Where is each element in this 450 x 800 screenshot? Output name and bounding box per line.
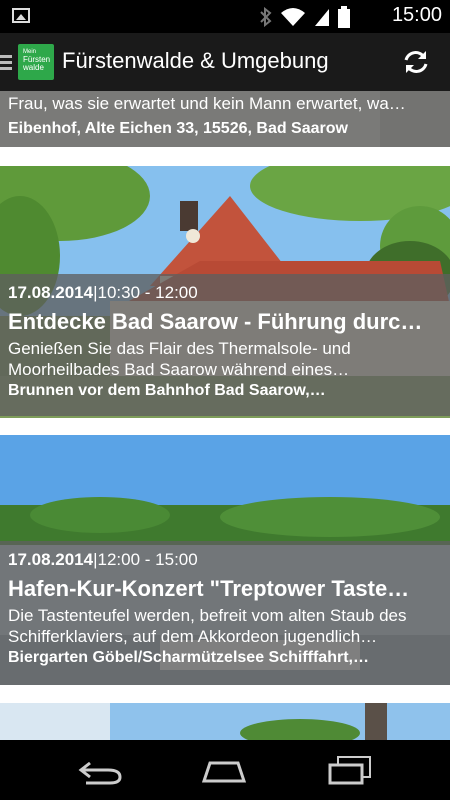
app-logo[interactable]: Mein Fürsten walde bbox=[18, 44, 54, 80]
action-bar: Mein Fürsten walde Fürstenwalde & Umgebu… bbox=[0, 33, 450, 91]
event-list: Frau, was sie erwartet und kein Mann erw… bbox=[0, 91, 450, 740]
refresh-icon[interactable] bbox=[402, 48, 430, 76]
event-card[interactable]: 17.08.2014|10:30 - 12:00 Entdecke Bad Sa… bbox=[0, 166, 450, 418]
event-description: Genießen Sie das Flair des Thermalsole- … bbox=[8, 339, 351, 358]
back-icon[interactable] bbox=[76, 755, 124, 785]
event-date-time: 17.08.2014|12:00 - 15:00 bbox=[8, 549, 442, 571]
wifi-icon bbox=[281, 8, 305, 26]
event-card[interactable]: Frau, was sie erwartet und kein Mann erw… bbox=[0, 91, 450, 147]
event-date: 17.08.2014 bbox=[8, 550, 94, 569]
event-time: 10:30 - 12:00 bbox=[97, 283, 198, 302]
signal-icon bbox=[315, 9, 329, 26]
status-bar: 15:00 bbox=[0, 0, 450, 33]
app-title: Fürstenwalde & Umgebung bbox=[62, 48, 329, 73]
event-description-cont: Schifferklaviers, auf dem Akkordeon juge… bbox=[8, 627, 378, 646]
event-card[interactable] bbox=[0, 703, 450, 740]
event-location: Eibenhof, Alte Eichen 33, 15526, Bad Saa… bbox=[8, 120, 348, 137]
event-description-cont: Moorheilbades Bad Saarow während eines… bbox=[8, 360, 350, 379]
status-icons bbox=[260, 6, 350, 28]
drawer-menu-icon[interactable] bbox=[0, 55, 12, 71]
event-date-time: 17.08.2014|10:30 - 12:00 bbox=[8, 282, 442, 304]
event-title: Hafen-Kur-Konzert "Treptower Taste… bbox=[8, 576, 410, 601]
event-card[interactable]: 17.08.2014|12:00 - 15:00 Hafen-Kur-Konze… bbox=[0, 435, 450, 685]
event-location: Brunnen vor dem Bahnhof Bad Saarow,… bbox=[8, 382, 326, 399]
navigation-bar bbox=[0, 740, 450, 800]
event-description: Die Tastenteufel werden, befreit vom alt… bbox=[8, 606, 407, 625]
event-title: Entdecke Bad Saarow - Führung durc… bbox=[8, 309, 423, 334]
event-date: 17.08.2014 bbox=[8, 283, 94, 302]
event-location: Biergarten Göbel/Scharmützelsee Schifffa… bbox=[8, 649, 369, 666]
bluetooth-icon bbox=[260, 7, 272, 27]
event-description: Frau, was sie erwartet und kein Mann erw… bbox=[8, 94, 406, 113]
recent-apps-icon[interactable] bbox=[326, 755, 374, 785]
image-notification-icon bbox=[12, 8, 30, 23]
battery-icon bbox=[338, 6, 350, 28]
event-image bbox=[0, 703, 450, 740]
event-time: 12:00 - 15:00 bbox=[97, 550, 198, 569]
home-icon[interactable] bbox=[200, 755, 248, 785]
status-clock: 15:00 bbox=[391, 4, 442, 26]
